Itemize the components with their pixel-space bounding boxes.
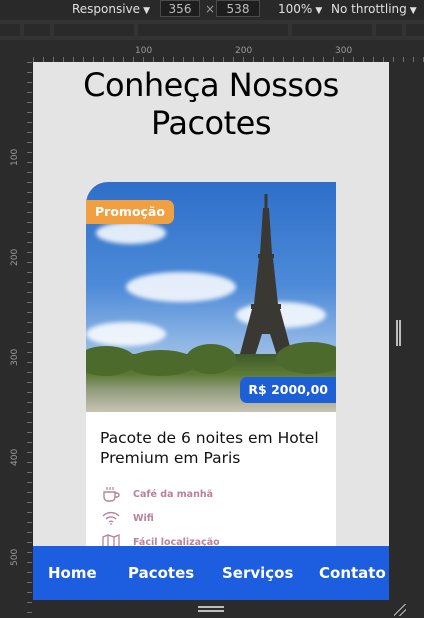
list-item: Wifi [100, 506, 336, 530]
ruler-tick-label: 300 [10, 348, 20, 366]
nav-item-pacotes[interactable]: Pacotes [128, 564, 194, 582]
promo-badge: Promoção [86, 200, 174, 224]
feature-list: Café da manhã Wifi Fácil localização [100, 482, 336, 554]
zoom-dropdown[interactable]: 100% ▼ [278, 2, 322, 16]
device-viewport: Conheça Nossos Pacotes Promoção R$ 2000,… [33, 62, 389, 600]
throttling-dropdown[interactable]: No throttling ▼ [331, 2, 417, 16]
horizontal-ruler: 100 200 300 [33, 44, 424, 62]
ruler-tick-label: 200 [10, 248, 20, 266]
package-title: Pacote de 6 noites em Hotel Premium em P… [100, 429, 319, 467]
chevron-down-icon: ▼ [143, 6, 150, 16]
height-input[interactable]: 538 [216, 0, 260, 17]
chevron-down-icon: ▼ [315, 6, 323, 16]
media-query-segment[interactable] [24, 24, 50, 36]
media-query-bar [0, 20, 424, 40]
devtools-toolbar: Responsive ▼ 356 × 538 100% ▼ No throttlin… [0, 0, 424, 20]
bottom-navigation: Home Pacotes Serviços Contato [33, 546, 389, 600]
ruler-tick-label: 400 [10, 448, 20, 466]
resize-handle-bottom[interactable] [198, 606, 224, 612]
resize-handle-right[interactable] [396, 320, 401, 346]
ruler-tick-label: 100 [135, 46, 153, 56]
nav-item-contato[interactable]: Contato [319, 564, 386, 582]
dimension-separator: × [205, 2, 216, 16]
nav-item-servicos[interactable]: Serviços [222, 564, 293, 582]
device-mode-dropdown[interactable]: Responsive ▼ [72, 2, 150, 16]
nav-item-home[interactable]: Home [48, 564, 97, 582]
media-query-segment[interactable] [0, 24, 20, 36]
zoom-label: 100% [278, 2, 313, 16]
ruler-tick-label: 300 [335, 46, 353, 56]
package-image: Promoção R$ 2000,00 [86, 182, 336, 412]
media-query-segment[interactable] [406, 24, 424, 36]
device-mode-label: Responsive [72, 2, 141, 16]
price-badge: R$ 2000,00 [240, 377, 336, 403]
package-card[interactable]: Promoção R$ 2000,00 Pacote de 6 noites e… [86, 182, 336, 562]
width-input[interactable]: 356 [160, 0, 200, 17]
ruler-tick-label: 100 [10, 148, 20, 166]
wifi-icon [100, 509, 122, 527]
coffee-cup-icon [100, 485, 122, 503]
resize-handle-corner[interactable] [394, 604, 406, 616]
chevron-down-icon: ▼ [409, 6, 417, 16]
media-query-segment[interactable] [376, 24, 402, 36]
vertical-ruler: 100 200 300 400 500 [0, 62, 32, 618]
ruler-tick-label: 500 [10, 548, 20, 566]
feature-label: Café da manhã [133, 488, 214, 500]
page-title: Conheça Nossos Pacotes [83, 66, 339, 142]
throttling-label: No throttling [331, 2, 407, 16]
media-query-segment[interactable] [54, 24, 134, 36]
list-item: Café da manhã [100, 482, 336, 506]
media-query-segment[interactable] [292, 24, 372, 36]
ruler-tick-label: 200 [235, 46, 253, 56]
media-query-segment[interactable] [138, 24, 288, 36]
feature-label: Wifi [133, 512, 154, 524]
